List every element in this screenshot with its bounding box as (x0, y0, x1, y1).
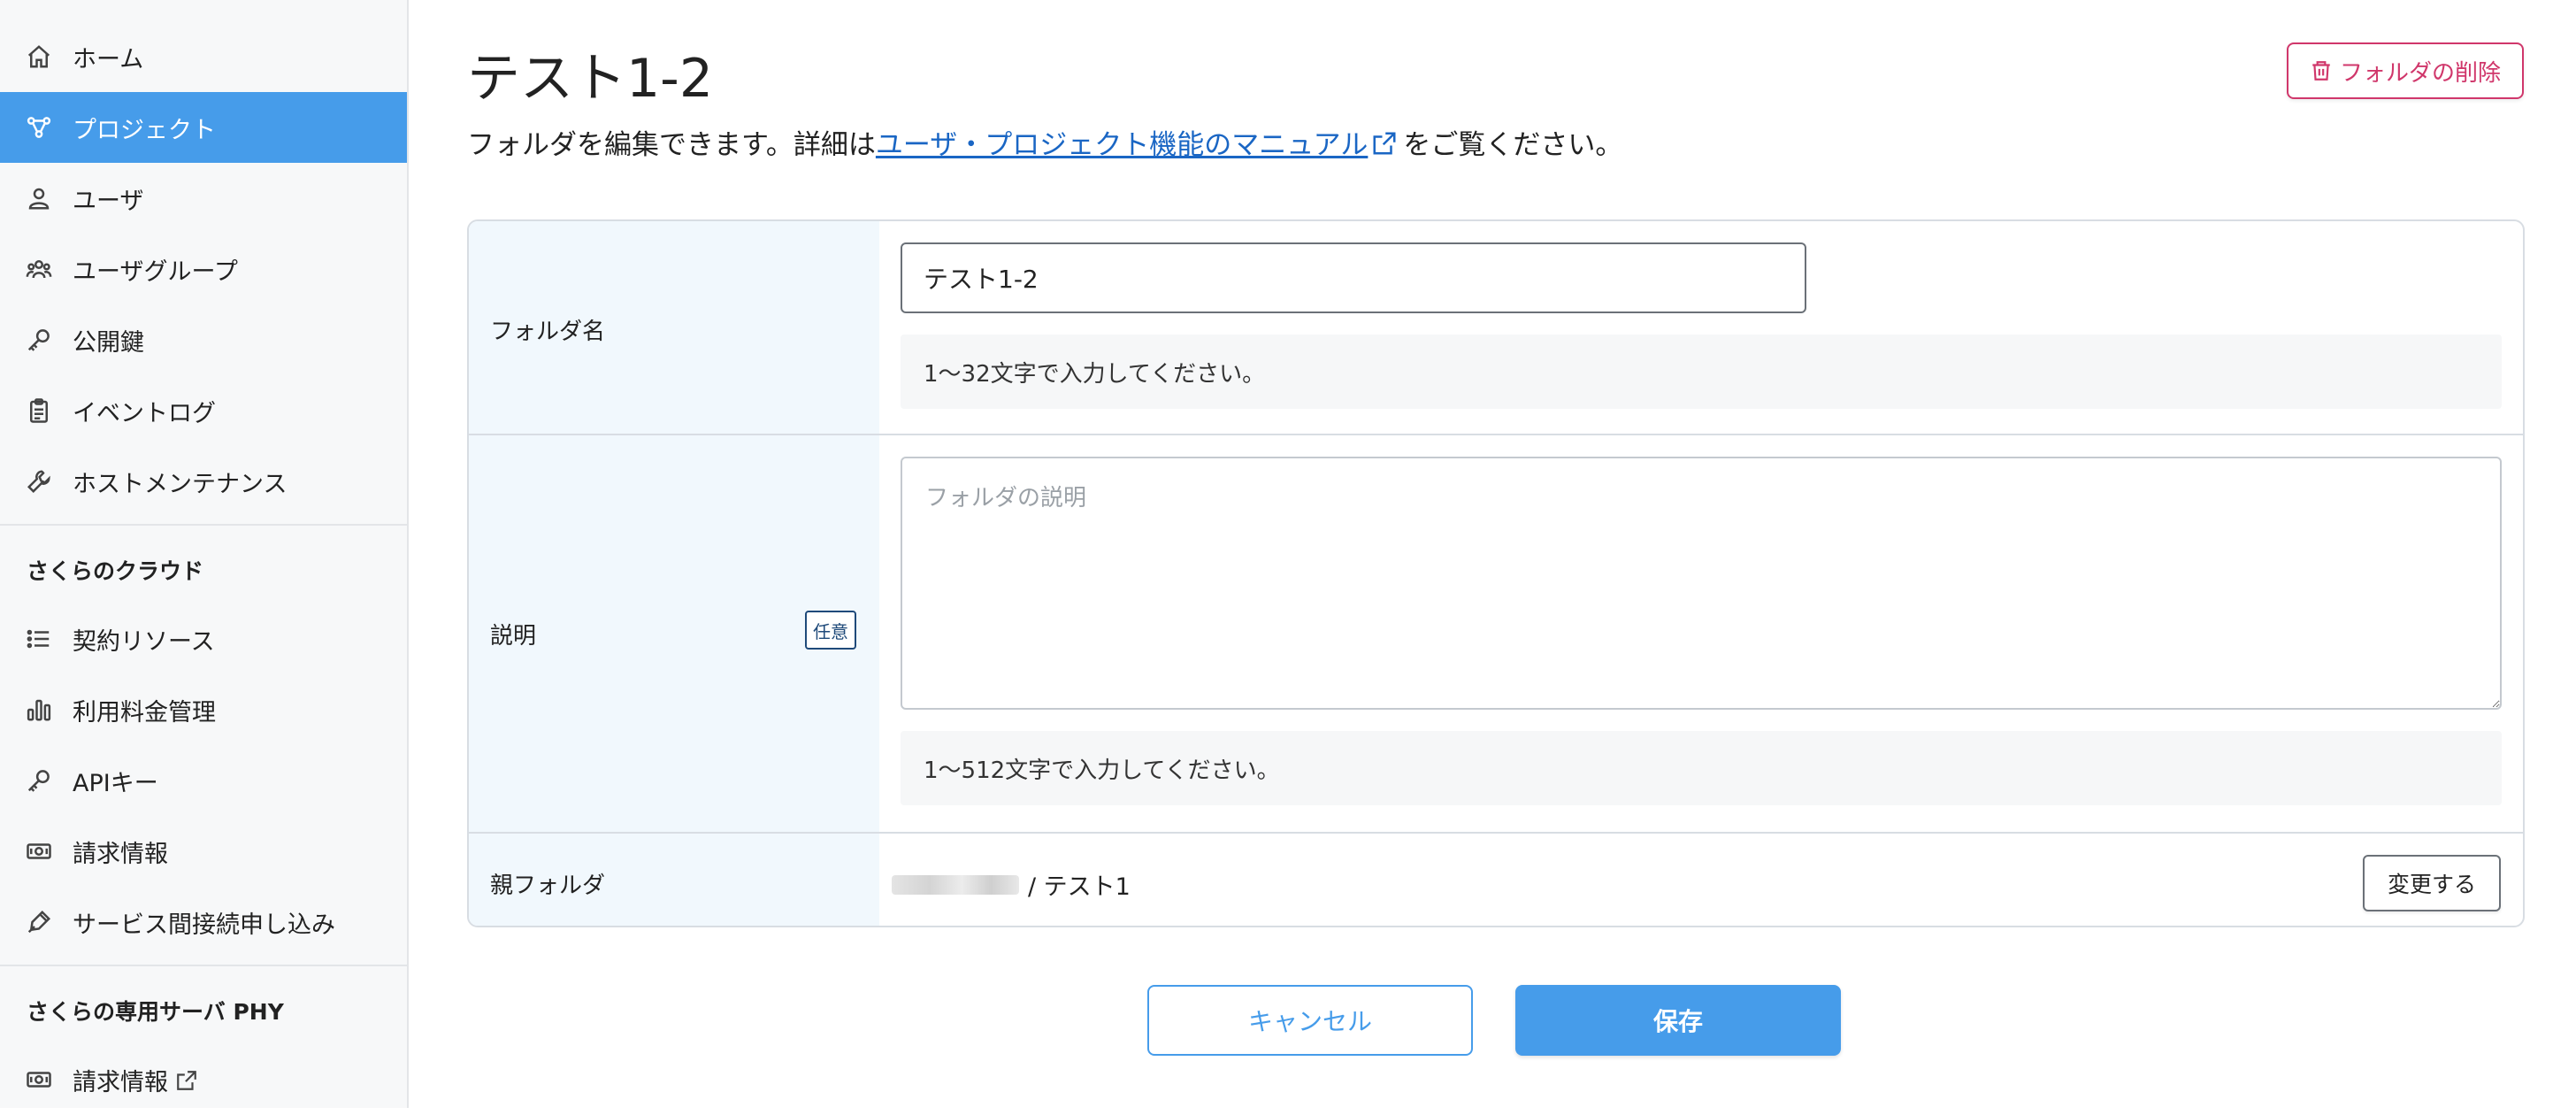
save-button[interactable]: 保存 (1515, 985, 1841, 1056)
key-icon (25, 766, 53, 795)
intro-text-before: フォルダを編集できます。詳細は (467, 129, 876, 161)
sidebar-item-label: イベントログ (73, 399, 216, 427)
sidebar-item-label: APIキー (73, 769, 158, 797)
sidebar: ホーム プロジェクト ユーザ ユーザグループ 公開鍵 イベントログ ホストメンテ… (0, 0, 409, 1108)
sidebar-item-project[interactable]: プロジェクト (0, 92, 407, 163)
delete-folder-button[interactable]: フォルダの削除 (2287, 42, 2524, 99)
sidebar-item-label: 契約リソース (73, 627, 215, 656)
external-link-icon (175, 1069, 198, 1092)
folder-edit-form: フォルダ名 1〜32文字で入力してください。 説明 任意 1〜512文字で入力し… (467, 219, 2525, 927)
page-title: テスト1-2 (467, 48, 713, 110)
sidebar-divider (0, 524, 407, 526)
home-icon (25, 42, 53, 71)
form-row-folder-name: フォルダ名 1〜32文字で入力してください。 (469, 221, 2523, 435)
description-label: 説明 (490, 623, 537, 650)
bar-chart-icon (25, 696, 53, 724)
sidebar-item-billing-info[interactable]: 請求情報 (0, 816, 407, 887)
optional-badge: 任意 (805, 611, 856, 650)
sidebar-item-label: 請求情報 (73, 840, 168, 868)
sidebar-item-label: ホーム (73, 45, 144, 73)
sidebar-item-label: プロジェクト (73, 116, 216, 144)
project-icon (25, 113, 53, 142)
sidebar-item-contract-resources[interactable]: 契約リソース (0, 604, 407, 674)
sidebar-item-label: サービス間接続申し込み (73, 911, 335, 939)
sidebar-item-phy-billing-info[interactable]: 請求情報 (0, 1044, 407, 1115)
sidebar-item-service-connection[interactable]: サービス間接続申し込み (0, 887, 407, 957)
sidebar-item-event-log[interactable]: イベントログ (0, 375, 407, 446)
parent-folder-path-text: / テスト1 (1028, 873, 1131, 901)
cancel-button[interactable]: キャンセル (1147, 985, 1473, 1056)
redacted-project-name (892, 874, 1019, 895)
sidebar-item-label: 利用料金管理 (73, 698, 216, 727)
sidebar-section-heading-cloud: さくらのクラウド (27, 558, 204, 584)
parent-folder-label: 親フォルダ (490, 873, 606, 899)
form-label-cell: 親フォルダ (469, 834, 879, 926)
money-icon (25, 1065, 53, 1094)
sidebar-item-home[interactable]: ホーム (0, 21, 407, 92)
wrench-icon (25, 467, 53, 496)
trash-icon (2310, 59, 2333, 82)
form-row-parent-folder: 親フォルダ / テスト1 変更する (469, 834, 2523, 926)
user-icon (25, 184, 53, 212)
user-group-icon (25, 255, 53, 283)
sidebar-item-billing-management[interactable]: 利用料金管理 (0, 674, 407, 745)
page-description: フォルダを編集できます。詳細はユーザ・プロジェクト機能のマニュアル をご覧ください… (467, 122, 1622, 162)
description-help-text: 1〜512文字で入力してください。 (901, 731, 2502, 805)
sidebar-item-api-key[interactable]: APIキー (0, 745, 407, 816)
clipboard-icon (25, 396, 53, 425)
delete-folder-button-label: フォルダの削除 (2339, 59, 2501, 87)
sidebar-item-label-wrap: 請求情報 (73, 1063, 198, 1097)
sidebar-item-user-group[interactable]: ユーザグループ (0, 234, 407, 304)
sidebar-divider (0, 965, 407, 966)
parent-folder-path: / テスト1 (892, 867, 1131, 902)
sidebar-item-host-maintenance[interactable]: ホストメンテナンス (0, 446, 407, 517)
sidebar-item-label: ユーザ (73, 187, 144, 215)
sidebar-item-label: ホストメンテナンス (73, 470, 288, 498)
form-label-cell: フォルダ名 (469, 221, 879, 434)
sidebar-item-public-key[interactable]: 公開鍵 (0, 304, 407, 375)
sidebar-item-label: ユーザグループ (73, 258, 238, 286)
form-label-cell: 説明 任意 (469, 435, 879, 832)
sidebar-item-user[interactable]: ユーザ (0, 163, 407, 234)
form-row-description: 説明 任意 1〜512文字で入力してください。 (469, 435, 2523, 834)
pen-icon (25, 908, 53, 936)
folder-name-input[interactable] (901, 242, 1806, 313)
folder-name-help-text: 1〜32文字で入力してください。 (901, 334, 2502, 409)
external-link-icon (1371, 130, 1398, 157)
sidebar-item-label: 公開鍵 (73, 328, 144, 357)
intro-text-after: をご覧ください。 (1403, 129, 1623, 161)
list-icon (25, 625, 53, 653)
sidebar-item-label: 請求情報 (73, 1068, 168, 1096)
description-textarea[interactable] (901, 457, 2502, 710)
sidebar-section-heading-phy: さくらの専用サーバ PHY (27, 999, 284, 1025)
folder-name-label: フォルダ名 (490, 319, 606, 345)
change-parent-folder-button[interactable]: 変更する (2363, 855, 2501, 911)
key-icon (25, 326, 53, 354)
manual-link[interactable]: ユーザ・プロジェクト機能のマニュアル (876, 129, 1368, 161)
money-icon (25, 837, 53, 865)
